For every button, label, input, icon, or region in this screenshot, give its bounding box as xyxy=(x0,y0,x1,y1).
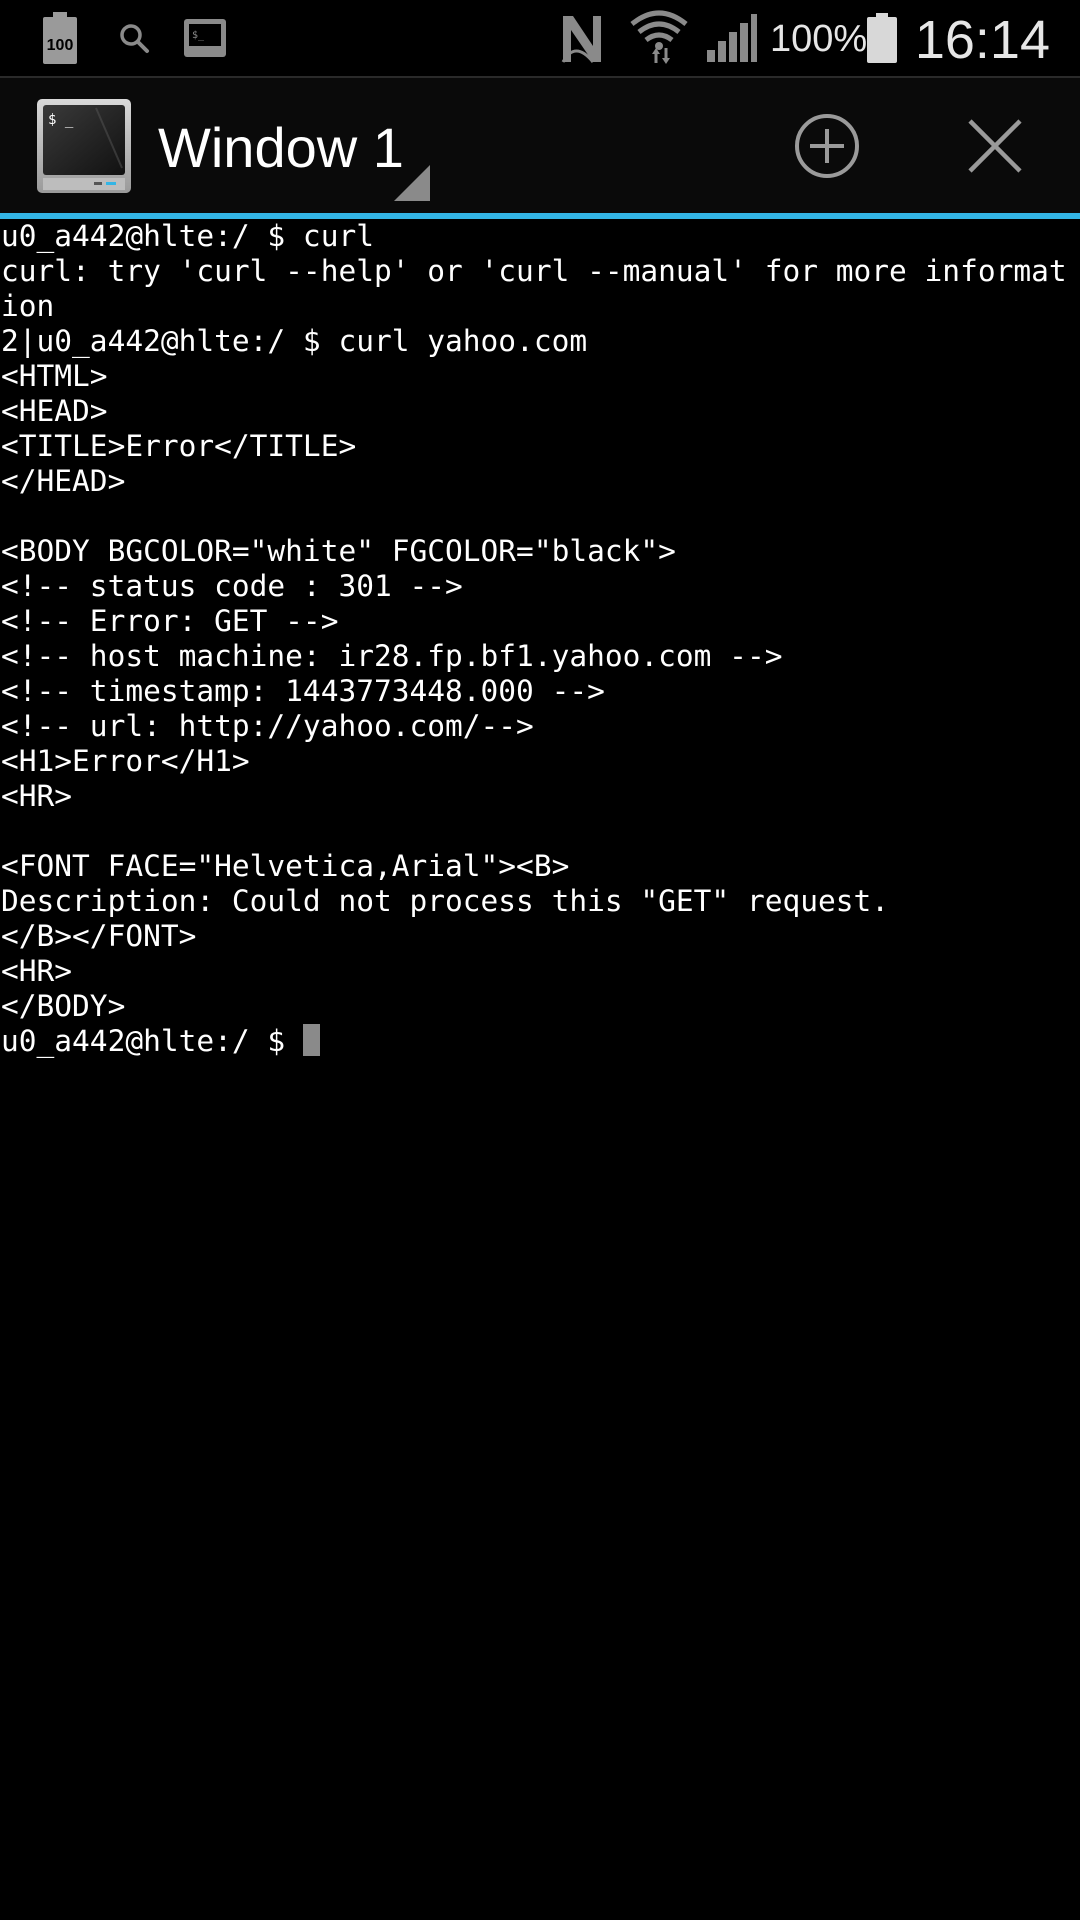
nfc-icon xyxy=(556,0,608,76)
terminal-line: u0_a442@hlte:/ $ curl xyxy=(1,219,374,253)
close-window-button[interactable] xyxy=(940,78,1050,213)
search-icon xyxy=(112,0,156,76)
terminal-line: ion xyxy=(1,289,55,323)
terminal-line: </B></FONT> xyxy=(1,919,197,953)
terminal-app-icon[interactable]: $ _ xyxy=(36,98,132,194)
app-icon-prompt: $ _ xyxy=(48,112,74,128)
battery-icon xyxy=(862,0,902,76)
clock: 16:14 xyxy=(914,10,1050,70)
terminal-line: <BODY BGCOLOR="white" FGCOLOR="black"> xyxy=(1,534,676,568)
plus-circle-icon xyxy=(795,113,859,178)
terminal-line: <!-- host machine: ir28.fp.bf1.yahoo.com… xyxy=(1,639,783,673)
terminal-line: <!-- timestamp: 1443773448.000 --> xyxy=(1,674,605,708)
terminal-prompt-line[interactable]: u0_a442@hlte:/ $ xyxy=(0,1024,1080,1059)
terminal-line: <FONT FACE="Helvetica,Arial"><B> xyxy=(1,849,570,883)
status-bar: 100 $_ 100% 16:14 xyxy=(0,0,1080,78)
terminal-output[interactable]: u0_a442@hlte:/ $ curl curl: try 'curl --… xyxy=(0,219,1080,1920)
terminal-line: <HTML> xyxy=(1,359,108,393)
terminal-line: Description: Could not process this "GET… xyxy=(1,884,890,918)
window-selector-dropdown[interactable]: Window 1 xyxy=(148,78,430,213)
terminal-line: <HEAD> xyxy=(1,394,108,428)
terminal-line: </HEAD> xyxy=(1,464,126,498)
signal-icon xyxy=(702,0,762,76)
terminal-prompt: u0_a442@hlte:/ $ xyxy=(1,1024,303,1058)
battery-saver-label: 100 xyxy=(47,37,74,54)
terminal-line: <!-- url: http://yahoo.com/--> xyxy=(1,709,534,743)
terminal-line: <TITLE>Error</TITLE> xyxy=(1,429,357,463)
terminal-line: </BODY> xyxy=(1,989,126,1023)
action-bar: $ _ Window 1 xyxy=(0,78,1080,219)
text-cursor xyxy=(302,1024,320,1056)
svg-text:$_: $_ xyxy=(192,30,205,41)
terminal-line: <HR> xyxy=(1,779,73,813)
terminal-line: curl: try 'curl --help' or 'curl --manua… xyxy=(1,254,1067,288)
wifi-icon xyxy=(628,0,690,76)
terminal-icon: $_ xyxy=(180,0,230,76)
terminal-line: <H1>Error</H1> xyxy=(1,744,250,778)
terminal-line: <!-- status code : 301 --> xyxy=(1,569,463,603)
terminal-line: <HR> xyxy=(1,954,73,988)
window-title: Window 1 xyxy=(158,116,404,179)
battery-saver-icon: 100 xyxy=(40,0,80,76)
battery-percent: 100% xyxy=(770,18,868,60)
dropdown-triangle-icon xyxy=(394,165,430,201)
close-icon xyxy=(968,118,1022,173)
new-window-button[interactable] xyxy=(772,78,882,213)
terminal-line: 2|u0_a442@hlte:/ $ curl yahoo.com xyxy=(1,324,588,358)
terminal-line: <!-- Error: GET --> xyxy=(1,604,339,638)
